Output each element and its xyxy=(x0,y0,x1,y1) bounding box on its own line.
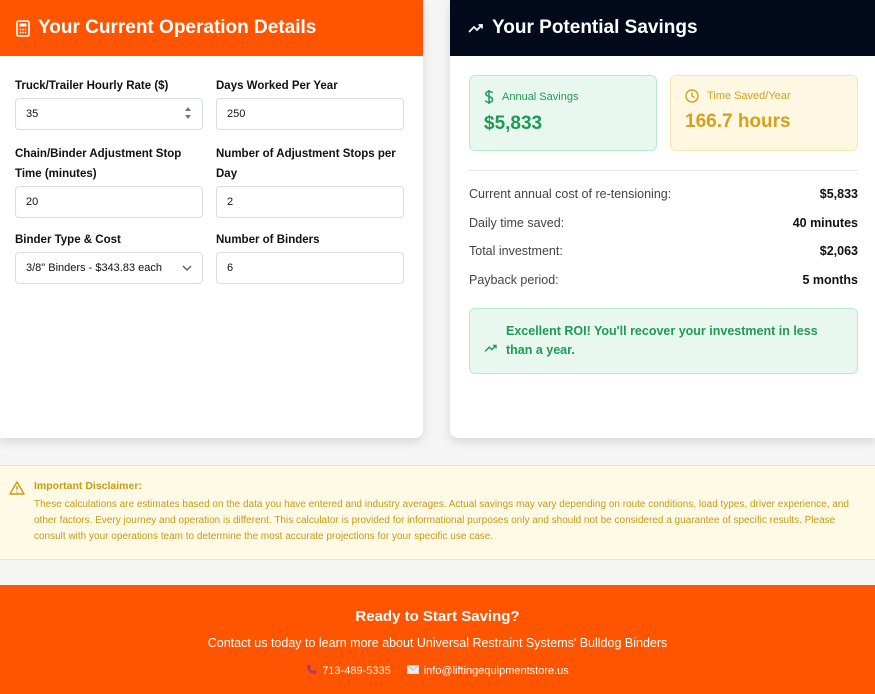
calculator-icon xyxy=(16,19,30,37)
roi-message-box: Excellent ROI! You'll recover your inves… xyxy=(469,308,858,374)
summary-row-value: 5 months xyxy=(802,273,858,287)
days-worked-field: Days Worked Per Year 250 xyxy=(216,76,404,130)
time-saved-box: Time Saved/Year 166.7 hours xyxy=(670,75,858,151)
contact-footer: Ready to Start Saving? Contact us today … xyxy=(0,585,875,694)
annual-savings-label: Annual Savings xyxy=(502,91,579,103)
summary-row-value: $5,833 xyxy=(819,187,858,201)
email-link[interactable]: info@liftingequipmentstore.us xyxy=(406,664,569,678)
stop-time-input[interactable]: 20 xyxy=(15,186,203,218)
summary-row-label: Daily time saved: xyxy=(469,216,565,230)
binder-count-field: Number of Binders 6 xyxy=(216,230,404,284)
clock-icon xyxy=(685,89,699,103)
hourly-rate-field: Truck/Trailer Hourly Rate ($) 35 xyxy=(15,76,203,130)
potential-savings-title: Your Potential Savings xyxy=(492,17,698,38)
summary-row-value: 40 minutes xyxy=(792,216,858,230)
summary-row-payback: Payback period: 5 months xyxy=(469,273,858,287)
operation-details-card: Your Current Operation Details Truck/Tra… xyxy=(0,0,423,438)
stops-per-day-label: Number of Adjustment Stops per Day xyxy=(216,148,396,180)
footer-title: Ready to Start Saving? xyxy=(355,608,520,625)
spinner-arrows-icon[interactable] xyxy=(184,105,192,124)
binder-type-field: Binder Type & Cost 3/8" Binders - $343.8… xyxy=(15,230,203,284)
trending-up-icon xyxy=(468,22,484,34)
hourly-rate-label: Truck/Trailer Hourly Rate ($) xyxy=(15,80,169,92)
summary-row-label: Payback period: xyxy=(469,273,559,287)
phone-number: 713-489-5335 xyxy=(322,665,391,677)
stops-per-day-field: Number of Adjustment Stops per Day 2 xyxy=(216,144,404,218)
email-address: info@liftingequipmentstore.us xyxy=(423,665,569,677)
binder-type-value: 3/8" Binders - $343.83 each xyxy=(26,262,162,274)
footer-subtitle: Contact us today to learn more about Uni… xyxy=(207,636,668,650)
stops-per-day-input[interactable]: 2 xyxy=(216,186,404,218)
phone-link[interactable]: 713-489-5335 xyxy=(306,664,391,678)
stop-time-field: Chain/Binder Adjustment Stop Time (minut… xyxy=(15,144,203,218)
potential-savings-card: Your Potential Savings Annual Savings $5… xyxy=(450,0,875,438)
potential-savings-header: Your Potential Savings xyxy=(450,0,875,56)
summary-row-label: Current annual cost of re-tensioning: xyxy=(469,187,672,201)
time-saved-label: Time Saved/Year xyxy=(707,90,791,102)
hourly-rate-input[interactable]: 35 xyxy=(15,98,203,130)
summary-row-value: $2,063 xyxy=(819,244,858,258)
phone-icon xyxy=(306,664,317,678)
summary-row-annual-cost: Current annual cost of re-tensioning: $5… xyxy=(469,187,858,201)
dollar-icon xyxy=(484,89,494,105)
operation-details-header: Your Current Operation Details xyxy=(0,0,423,56)
binder-count-value: 6 xyxy=(227,262,234,274)
disclaimer-banner: Important Disclaimer: These calculations… xyxy=(0,465,875,560)
days-worked-label: Days Worked Per Year xyxy=(216,80,338,92)
roi-message: Excellent ROI! You'll recover your inves… xyxy=(506,324,818,357)
summary-row-investment: Total investment: $2,063 xyxy=(469,244,858,258)
summary-row-label: Total investment: xyxy=(469,244,563,258)
time-saved-value: 166.7 hours xyxy=(685,111,791,132)
annual-savings-box: Annual Savings $5,833 xyxy=(469,75,657,151)
hourly-rate-value: 35 xyxy=(26,108,39,120)
annual-savings-value: $5,833 xyxy=(484,113,543,134)
chevron-down-icon xyxy=(182,262,192,274)
binder-count-label: Number of Binders xyxy=(216,234,320,246)
days-worked-input[interactable]: 250 xyxy=(216,98,404,130)
operation-details-title: Your Current Operation Details xyxy=(38,17,317,38)
footer-contacts: 713-489-5335 info@liftingequipmentstore.… xyxy=(0,664,875,678)
days-worked-value: 250 xyxy=(227,108,246,120)
disclaimer-title: Important Disclaimer: xyxy=(34,480,142,492)
savings-divider xyxy=(469,170,858,171)
binder-count-input[interactable]: 6 xyxy=(216,252,404,284)
binder-type-label: Binder Type & Cost xyxy=(15,234,121,246)
trending-up-icon xyxy=(484,343,498,353)
stop-time-label: Chain/Binder Adjustment Stop Time (minut… xyxy=(15,148,182,180)
mail-icon xyxy=(406,665,419,677)
summary-row-daily-time: Daily time saved: 40 minutes xyxy=(469,216,858,230)
stops-per-day-value: 2 xyxy=(227,196,234,208)
stop-time-value: 20 xyxy=(26,196,39,208)
warning-icon xyxy=(9,481,25,500)
binder-type-select[interactable]: 3/8" Binders - $343.83 each xyxy=(15,252,203,284)
disclaimer-text: These calculations are estimates based o… xyxy=(34,499,849,542)
